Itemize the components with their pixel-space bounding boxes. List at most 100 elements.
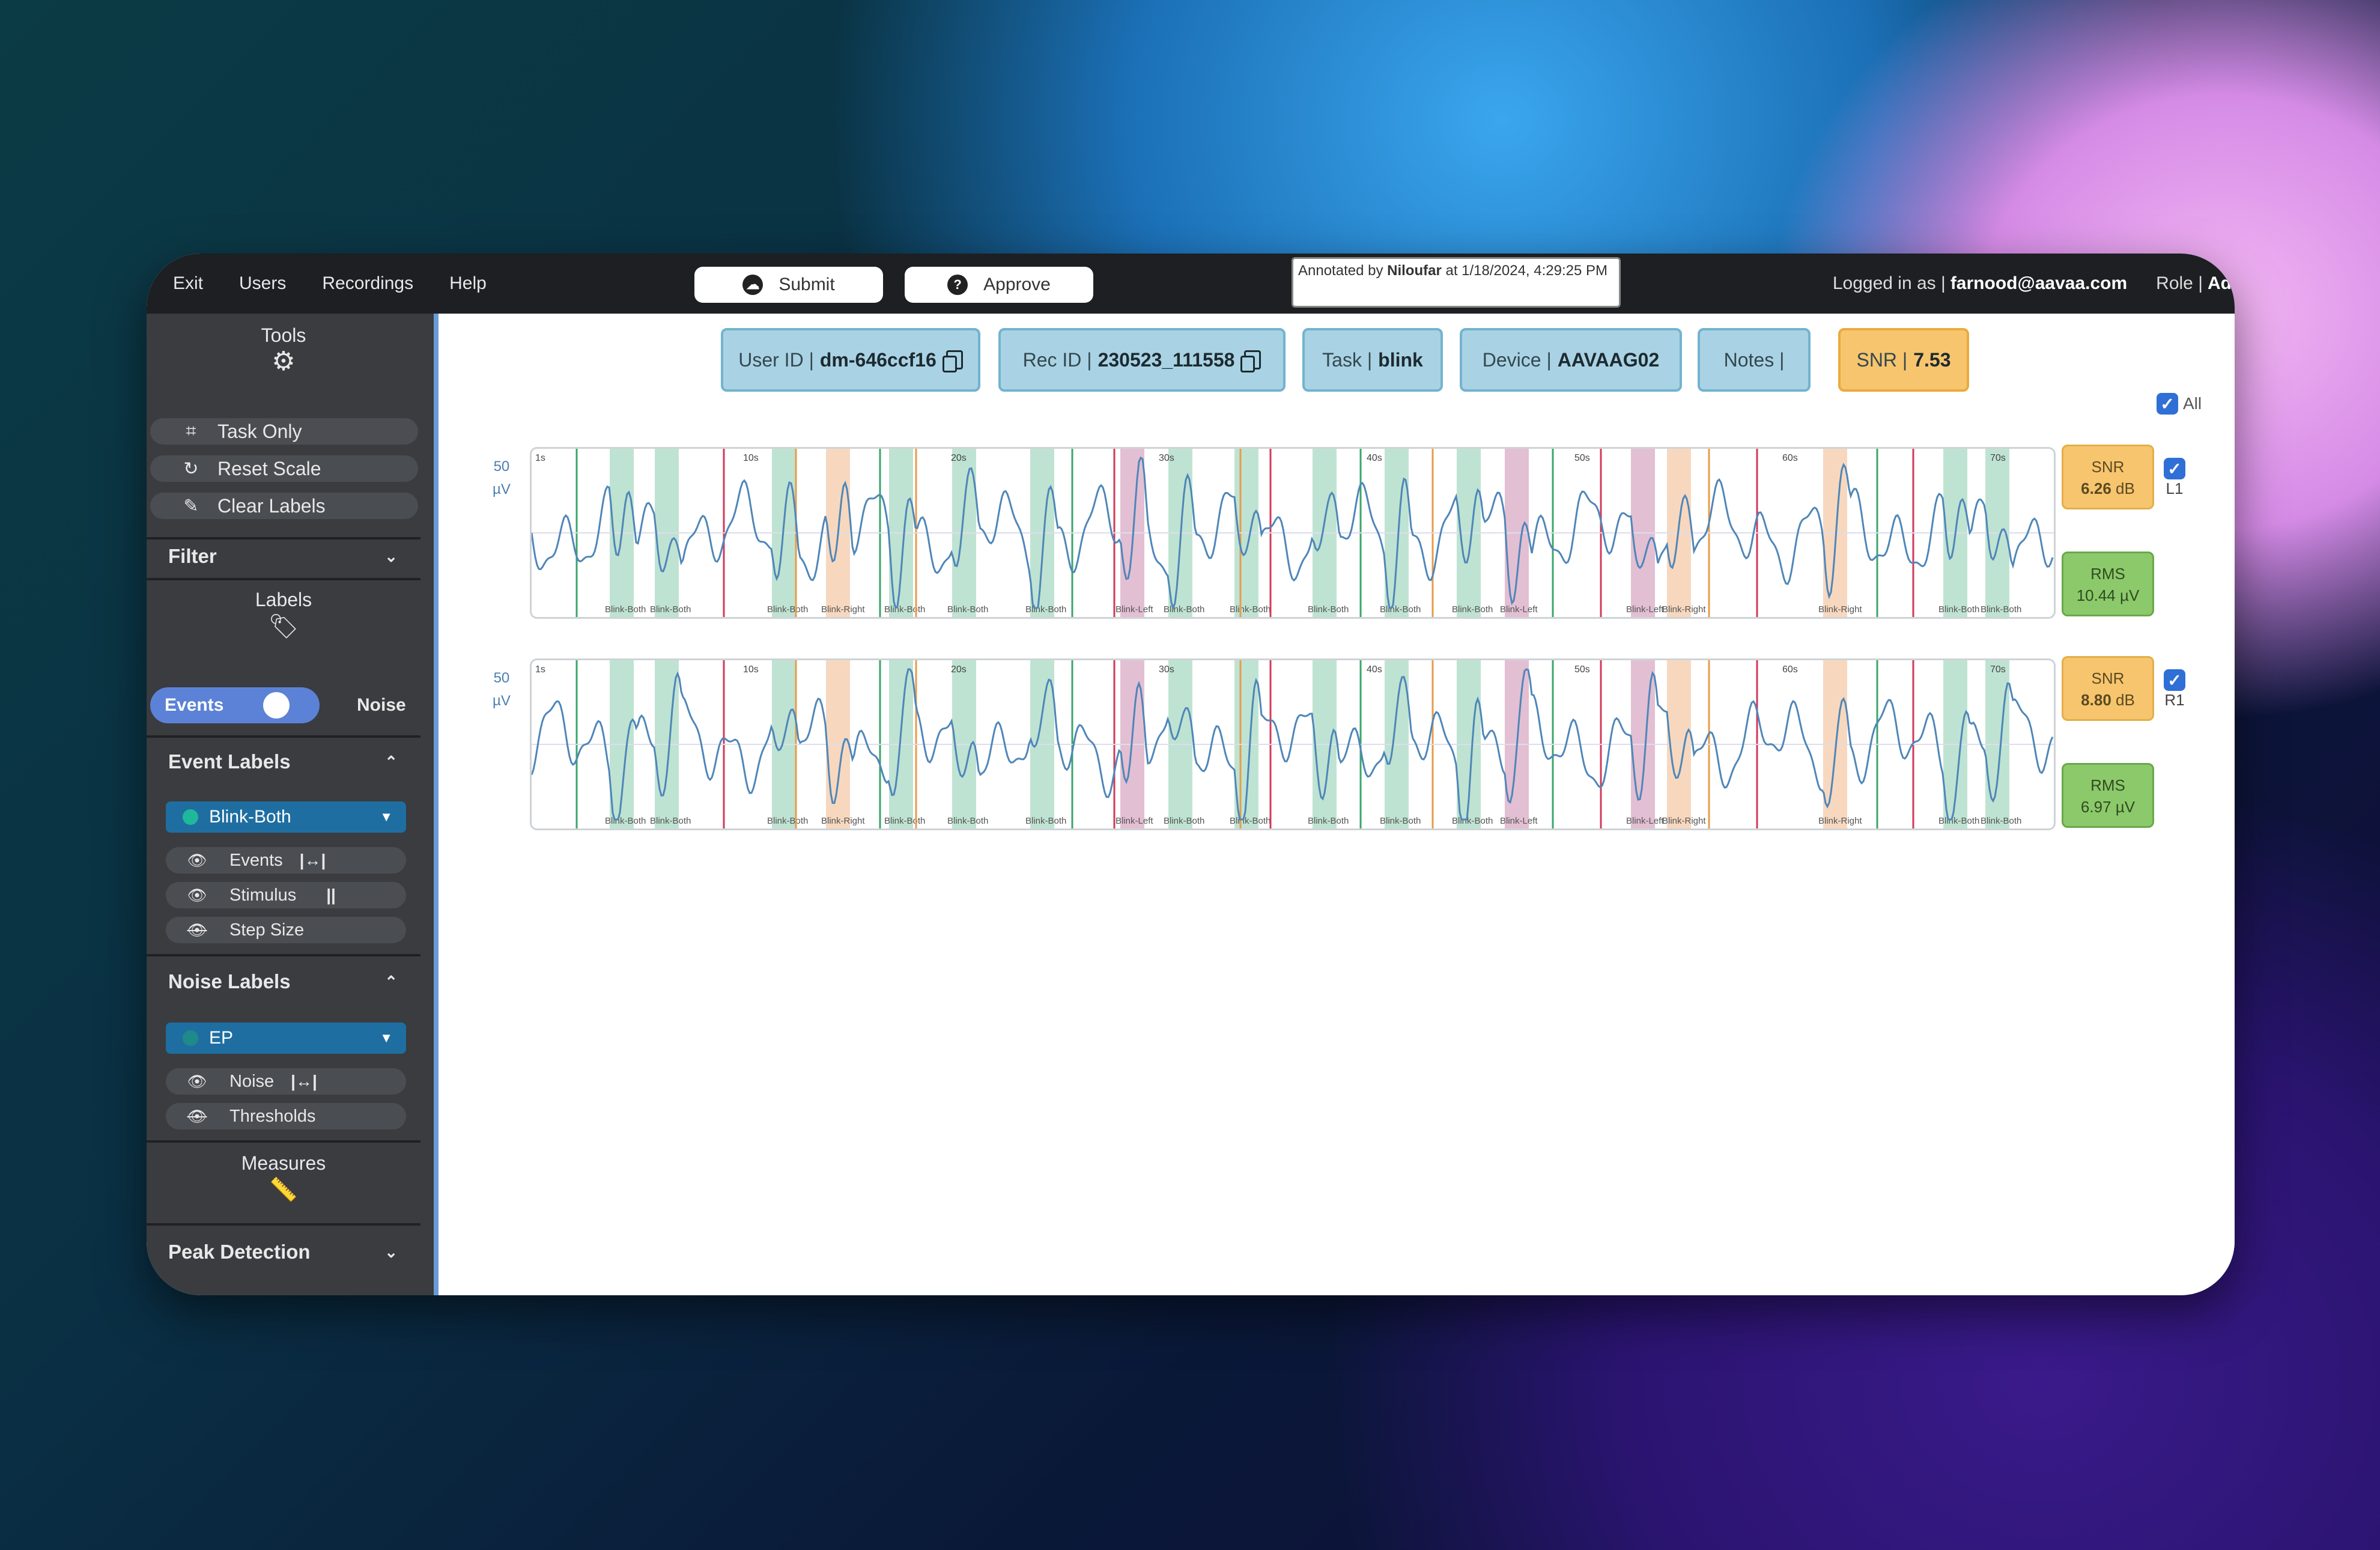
- annotator-name: Niloufar: [1387, 263, 1442, 279]
- channel-snr-badge: SNR 6.26 dB: [2062, 445, 2154, 509]
- event-band-label: Blink-Right: [821, 816, 865, 826]
- channel-toggle-l1[interactable]: ✓ L1: [2164, 458, 2185, 498]
- main-panel: User ID | dm-646ccf16 Rec ID | 230523_1115…: [439, 314, 2235, 1295]
- event-band-label: Blink-Left: [1500, 604, 1538, 615]
- y-scale-value: 50: [493, 458, 510, 475]
- time-tick-label: 60s: [1782, 453, 1798, 463]
- eeg-trace-plot-r1[interactable]: Blink-Both Blink-Both Blink-Both Blink-Righ…: [530, 658, 2056, 830]
- time-tick-label: 20s: [951, 453, 967, 463]
- clear-labels-button[interactable]: ✎ Clear Labels: [150, 493, 418, 519]
- rms-badge-value: 10.44 µV: [2076, 586, 2140, 604]
- events-noise-toggle-row: Events Noise: [150, 687, 427, 723]
- chevron-down-icon: ⌄: [384, 1242, 398, 1261]
- event-band-label: Blink-Both: [650, 816, 691, 826]
- toggle-knob: [263, 692, 290, 719]
- peak-detection-header[interactable]: Peak Detection ⌄: [147, 1234, 420, 1270]
- user-id-label: User ID |: [738, 348, 814, 371]
- noise-visibility-button[interactable]: 👁 Noise |↔|: [166, 1068, 406, 1095]
- event-band-label: Blink-Both: [1230, 816, 1270, 826]
- submit-button[interactable]: ☁ Submit: [694, 267, 883, 303]
- toggle-noise-label[interactable]: Noise: [357, 695, 406, 716]
- trace-svg: Blink-Both Blink-Both Blink-Both Blink-Righ…: [532, 449, 2054, 617]
- noise-label-select[interactable]: EP ▼: [166, 1023, 406, 1054]
- clear-labels-label: Clear Labels: [217, 494, 326, 517]
- user-id-chip[interactable]: User ID | dm-646ccf16: [721, 328, 980, 392]
- event-band-label: Blink-Right: [1662, 604, 1706, 615]
- copy-icon[interactable]: [1240, 350, 1261, 372]
- rec-id-chip[interactable]: Rec ID | 230523_111558: [998, 328, 1286, 392]
- noise-labels-header[interactable]: Noise Labels ⌃: [147, 964, 420, 1000]
- event-band-label: Blink-Left: [1116, 816, 1153, 826]
- chevron-down-icon: ⌄: [384, 547, 398, 565]
- snr-chip: SNR | 7.53: [1838, 328, 1969, 392]
- event-band-label: Blink-Both: [1164, 816, 1204, 826]
- approve-button[interactable]: ? Approve: [905, 267, 1093, 303]
- event-labels-title: Event Labels: [168, 750, 291, 773]
- top-bar: Exit Users Recordings Help ☁ Submit ? Ap…: [147, 254, 2235, 314]
- divider: [147, 1140, 420, 1143]
- event-band-label: Blink-Both: [1981, 604, 2021, 615]
- step-size-visibility-button[interactable]: 👁 Step Size: [166, 917, 406, 943]
- noise-select-value: EP: [209, 1028, 234, 1048]
- noise-labels-title: Noise Labels: [168, 970, 291, 992]
- event-band-label: Blink-Both: [605, 816, 646, 826]
- task-label: Task |: [1322, 348, 1373, 371]
- submit-label: Submit: [779, 275, 835, 294]
- checkbox-checked-icon[interactable]: ✓: [2164, 669, 2185, 691]
- y-scale-unit: µV: [493, 693, 511, 709]
- notes-chip[interactable]: Notes |: [1698, 328, 1811, 392]
- y-scale-value: 50: [493, 670, 510, 686]
- checkbox-checked-icon[interactable]: ✓: [2157, 393, 2178, 415]
- event-labels-header[interactable]: Event Labels ⌃: [147, 744, 420, 780]
- event-band-label: Blink-Both: [1452, 604, 1493, 615]
- task-only-button[interactable]: ⌗ Task Only: [150, 418, 418, 445]
- rec-id-label: Rec ID |: [1022, 348, 1092, 371]
- device-value: AAVAAG02: [1557, 348, 1660, 371]
- device-label: Device |: [1482, 348, 1552, 371]
- ruler-icon[interactable]: 📏: [147, 1175, 420, 1206]
- copy-icon[interactable]: [942, 350, 963, 372]
- step-size-label: Step Size: [229, 920, 305, 940]
- reset-scale-button[interactable]: ↻ Reset Scale: [150, 455, 418, 482]
- measures-section: Measures 📏: [147, 1152, 420, 1206]
- channel-toggle-r1[interactable]: ✓ R1: [2164, 669, 2185, 710]
- question-icon: ?: [947, 275, 968, 295]
- event-band-label: Blink-Both: [1380, 816, 1421, 826]
- events-noise-toggle[interactable]: Events: [150, 687, 320, 723]
- thresholds-visibility-button[interactable]: 👁 Thresholds: [166, 1103, 406, 1129]
- stimulus-label: Stimulus: [229, 885, 297, 905]
- channel-rms-badge: RMS 10.44 µV: [2062, 552, 2154, 616]
- gear-icon[interactable]: ⚙: [147, 347, 420, 377]
- trace-svg: Blink-Both Blink-Both Blink-Both Blink-Righ…: [532, 660, 2054, 828]
- tools-title: Tools: [261, 324, 306, 346]
- menu-users[interactable]: Users: [239, 273, 286, 294]
- y-scale-unit: µV: [493, 481, 511, 497]
- all-channels-toggle[interactable]: ✓ All: [2157, 393, 2202, 415]
- eeg-trace-plot-l1[interactable]: Blink-Both Blink-Both Blink-Both Blink-Righ…: [530, 447, 2056, 619]
- events-visibility-button[interactable]: 👁 Events |↔|: [166, 847, 406, 874]
- label-color-dot: [183, 1030, 198, 1046]
- event-label-select[interactable]: Blink-Both ▼: [166, 801, 406, 833]
- tools-section: Tools ⚙: [147, 324, 420, 377]
- cloud-upload-icon: ☁: [742, 275, 763, 295]
- snr-badge-value: 6.26: [2081, 479, 2111, 497]
- toggle-events-label: Events: [165, 695, 224, 715]
- main-menu: Exit Users Recordings Help: [173, 254, 487, 314]
- approve-label: Approve: [983, 275, 1051, 294]
- labels-title: Labels: [255, 589, 312, 610]
- menu-recordings[interactable]: Recordings: [322, 273, 413, 294]
- stimulus-visibility-button[interactable]: 👁 Stimulus ||: [166, 882, 406, 908]
- event-band-label: Blink-Both: [884, 604, 925, 615]
- time-tick-label: 30s: [1159, 664, 1174, 675]
- filter-header[interactable]: Filter ⌄: [147, 538, 420, 574]
- menu-exit[interactable]: Exit: [173, 273, 203, 294]
- event-band-label: Blink-Both: [1380, 604, 1421, 615]
- menu-help[interactable]: Help: [449, 273, 487, 294]
- sidebar-resize-handle[interactable]: [434, 314, 439, 1295]
- eye-icon: 👁: [187, 1072, 207, 1090]
- reset-scale-label: Reset Scale: [217, 457, 321, 479]
- event-band-label: Blink-Both: [1308, 816, 1349, 826]
- event-band-label: Blink-Both: [605, 604, 646, 615]
- time-tick-label: 60s: [1782, 664, 1798, 675]
- checkbox-checked-icon[interactable]: ✓: [2164, 458, 2185, 479]
